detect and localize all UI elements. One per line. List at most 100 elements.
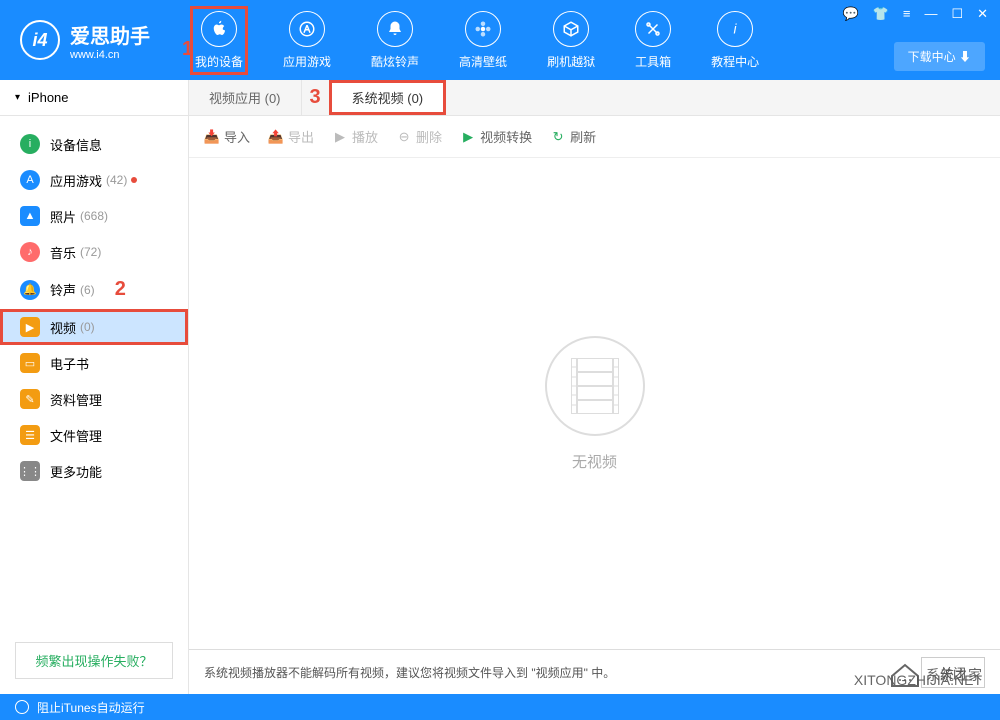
help-link[interactable]: 频繁出现操作失败？ [15,642,173,679]
toolbar-delete: ⊖删除 [396,127,442,146]
film-icon [545,336,645,436]
itunes-toggle-icon[interactable] [15,700,29,714]
logo-title: 爱思助手 [70,20,150,49]
nav-label: 应用游戏 [283,53,331,70]
annotation-3: 3 [310,86,321,109]
bell-icon [377,11,413,47]
nav-bell[interactable]: 酷炫铃声 [366,6,424,75]
footer-label[interactable]: 阻止iTunes自动运行 [37,699,145,716]
toolbar-play: ▶播放 [332,127,378,146]
nav-label: 酷炫铃声 [371,53,419,70]
header: i4 爱思助手 www.i4.cn 1 我的设备应用游戏酷炫铃声高清壁纸刷机越狱… [0,0,1000,80]
svg-text:i: i [734,21,738,36]
data-icon: ✎ [20,389,40,409]
tab-1[interactable]: 系统视频 (0) [329,80,447,115]
sidebar-count: (42) [106,173,127,187]
app-icon [289,11,325,47]
sidebar-label: 音乐 [50,243,76,262]
sidebar-items: i 设备信息 A 应用游戏 (42) ▲照片(668) ♪ 音乐 (72) 🔔 铃声 (6) 2 ▶ 视频 (… [0,116,188,627]
apps-icon: A [20,170,40,190]
sidebar-item-ringtones[interactable]: 🔔 铃声 (6) 2 [0,270,188,309]
nav-label: 工具箱 [635,53,671,70]
files-icon: ☰ [20,425,40,445]
sidebar-item-more[interactable]: ⋮⋮ 更多功能 [0,453,188,489]
nav-flower[interactable]: 高清壁纸 [454,6,512,75]
device-selector[interactable]: iPhone [0,80,188,116]
apple-icon [201,11,237,47]
ebooks-icon: ▭ [20,353,40,373]
sidebar-count: (668) [80,209,108,223]
nav-label: 教程中心 [711,53,759,70]
sidebar-label: 视频 [50,318,76,337]
toolbar-label: 导入 [224,127,250,146]
nav-label: 刷机越狱 [547,53,595,70]
toolbar-export: 📤导出 [268,127,314,146]
sidebar-item-photos[interactable]: ▲照片(668) [0,198,188,234]
nav-box[interactable]: 刷机越狱 [542,6,600,75]
sidebar-count: (0) [80,320,95,334]
close-button[interactable]: 关闭 [921,657,985,688]
window-controls: 💬 👕 ≡ ― ☐ ✕ [842,6,988,22]
sidebar-item-files[interactable]: ☰ 文件管理 [0,417,188,453]
feedback-icon[interactable]: 💬 [842,6,858,22]
import-icon: 📥 [204,129,220,145]
download-center-button[interactable]: 下载中心 ⬇ [894,42,985,71]
nav-label: 高清壁纸 [459,53,507,70]
nav-app[interactable]: 应用游戏 [278,6,336,75]
refresh-icon: ↻ [550,129,566,145]
nav-tools[interactable]: 工具箱 [630,6,676,75]
toolbar-label: 视频转换 [480,127,532,146]
logo: i4 爱思助手 www.i4.cn [0,20,190,61]
sidebar: iPhone i 设备信息 A 应用游戏 (42) ▲照片(668) ♪ 音乐 (72) 🔔 铃声 (… [0,80,189,694]
sidebar-label: 文件管理 [50,426,102,445]
photos-icon: ▲ [20,206,40,226]
nav-info[interactable]: i 教程中心 [706,6,764,75]
sidebar-count: (6) [80,283,95,297]
logo-icon: i4 [20,20,60,60]
toolbar-label: 导出 [288,127,314,146]
sidebar-item-ebooks[interactable]: ▭ 电子书 [0,345,188,381]
toolbar: 📥导入📤导出▶播放⊖删除▶视频转换↻刷新 [189,116,1000,158]
ringtones-icon: 🔔 [20,280,40,300]
sidebar-item-device-info[interactable]: i 设备信息 [0,126,188,162]
toolbar-import[interactable]: 📥导入 [204,127,250,146]
sidebar-label: 更多功能 [50,462,102,481]
close-icon[interactable]: ✕ [977,6,988,22]
toolbar-label: 播放 [352,127,378,146]
minimize-icon[interactable]: ― [924,6,937,22]
bottom-tip: 系统视频播放器不能解码所有视频，建议您将视频文件导入到 "视频应用" 中。 [204,664,615,681]
sidebar-item-data[interactable]: ✎资料管理 [0,381,188,417]
sidebar-label: 铃声 [50,280,76,299]
sidebar-item-music[interactable]: ♪ 音乐 (72) [0,234,188,270]
box-icon [553,11,589,47]
maximize-icon[interactable]: ☐ [951,6,963,22]
footer-bar: 阻止iTunes自动运行 [0,694,1000,720]
music-icon: ♪ [20,242,40,262]
sidebar-label: 设备信息 [50,135,102,154]
videos-icon: ▶ [20,317,40,337]
flower-icon [465,11,501,47]
annotation-2: 2 [115,278,126,301]
toolbar-convert[interactable]: ▶视频转换 [460,127,532,146]
main: 视频应用 (0)3系统视频 (0) 📥导入📤导出▶播放⊖删除▶视频转换↻刷新 无… [189,80,1000,694]
toolbar-label: 删除 [416,127,442,146]
sidebar-label: 电子书 [50,354,89,373]
empty-content: 无视频 [189,158,1000,649]
bottom-bar: 系统视频播放器不能解码所有视频，建议您将视频文件导入到 "视频应用" 中。 关闭 [189,649,1000,694]
tabs: 视频应用 (0) 3 系统视频 (0) [189,80,1000,116]
sidebar-item-apps[interactable]: A 应用游戏 (42) [0,162,188,198]
nav-apple[interactable]: 我的设备 [190,6,248,75]
sidebar-label: 应用游戏 [50,171,102,190]
more-icon: ⋮⋮ [20,461,40,481]
device-info-icon: i [20,134,40,154]
tab-0[interactable]: 视频应用 (0) [189,80,302,115]
sidebar-count: (72) [80,245,101,259]
menu-icon[interactable]: ≡ [903,6,911,22]
skin-icon[interactable]: 👕 [873,6,889,22]
toolbar-refresh[interactable]: ↻刷新 [550,127,596,146]
export-icon: 📤 [268,129,284,145]
reddot-icon [131,177,137,183]
logo-subtitle: www.i4.cn [70,49,150,61]
convert-icon: ▶ [460,129,476,145]
sidebar-item-videos[interactable]: ▶ 视频 (0) [0,309,188,345]
